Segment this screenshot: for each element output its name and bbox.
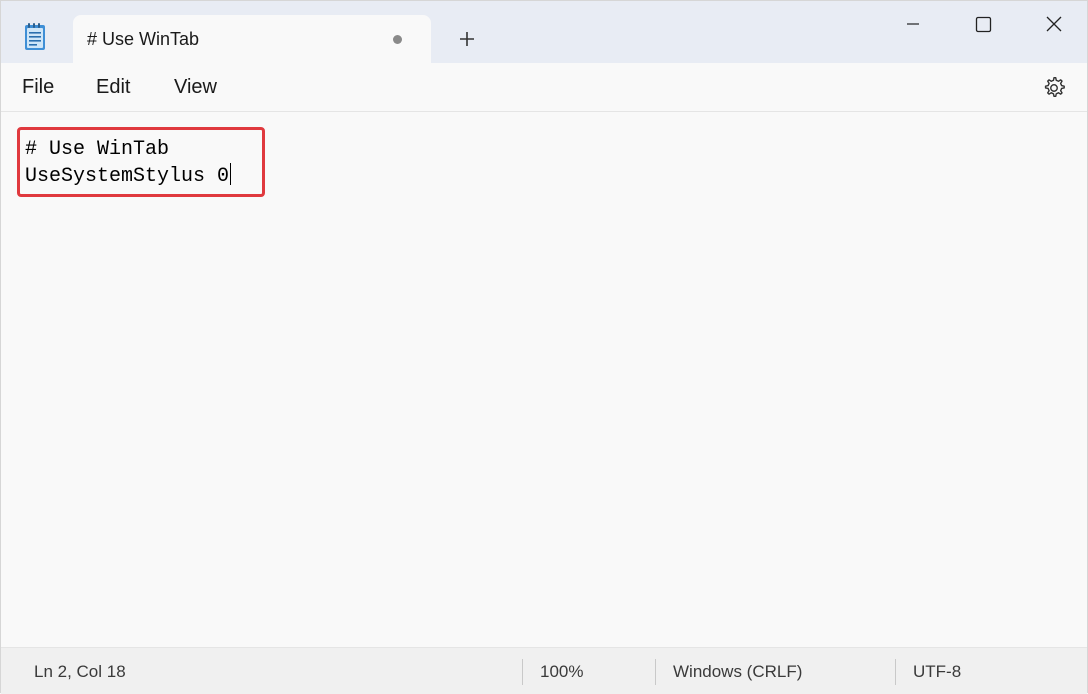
- unsaved-dot-icon[interactable]: [393, 35, 402, 44]
- tab-title: # Use WinTab: [87, 29, 200, 49]
- close-icon[interactable]: [1023, 9, 1083, 39]
- gear-icon[interactable]: [1041, 75, 1067, 101]
- status-divider: [895, 659, 896, 685]
- plus-icon[interactable]: [455, 27, 479, 51]
- menu-file[interactable]: File: [22, 76, 54, 99]
- status-cursor-position: Ln 2, Col 18: [34, 662, 126, 681]
- menu-view[interactable]: View: [174, 76, 217, 99]
- highlight-annotation: [17, 127, 265, 197]
- notepad-window: # Use WinTab File Edit View # Use WinTab…: [0, 0, 1088, 694]
- menu-edit[interactable]: Edit: [96, 76, 130, 99]
- notepad-icon: [25, 23, 45, 50]
- title-bar: # Use WinTab: [1, 1, 1087, 63]
- status-divider: [655, 659, 656, 685]
- tab-document[interactable]: # Use WinTab: [73, 15, 431, 63]
- text-editor[interactable]: # Use WinTab UseSystemStylus 0: [1, 112, 1087, 647]
- status-line-ending[interactable]: Windows (CRLF): [673, 662, 802, 682]
- maximize-icon[interactable]: [953, 9, 1013, 39]
- menu-bar: File Edit View: [1, 63, 1087, 112]
- status-bar: Ln 2, Col 18 100% Windows (CRLF) UTF-8: [1, 647, 1087, 694]
- status-divider: [522, 659, 523, 685]
- minimize-icon[interactable]: [883, 9, 943, 39]
- status-encoding[interactable]: UTF-8: [913, 662, 961, 682]
- status-zoom[interactable]: 100%: [540, 662, 583, 682]
